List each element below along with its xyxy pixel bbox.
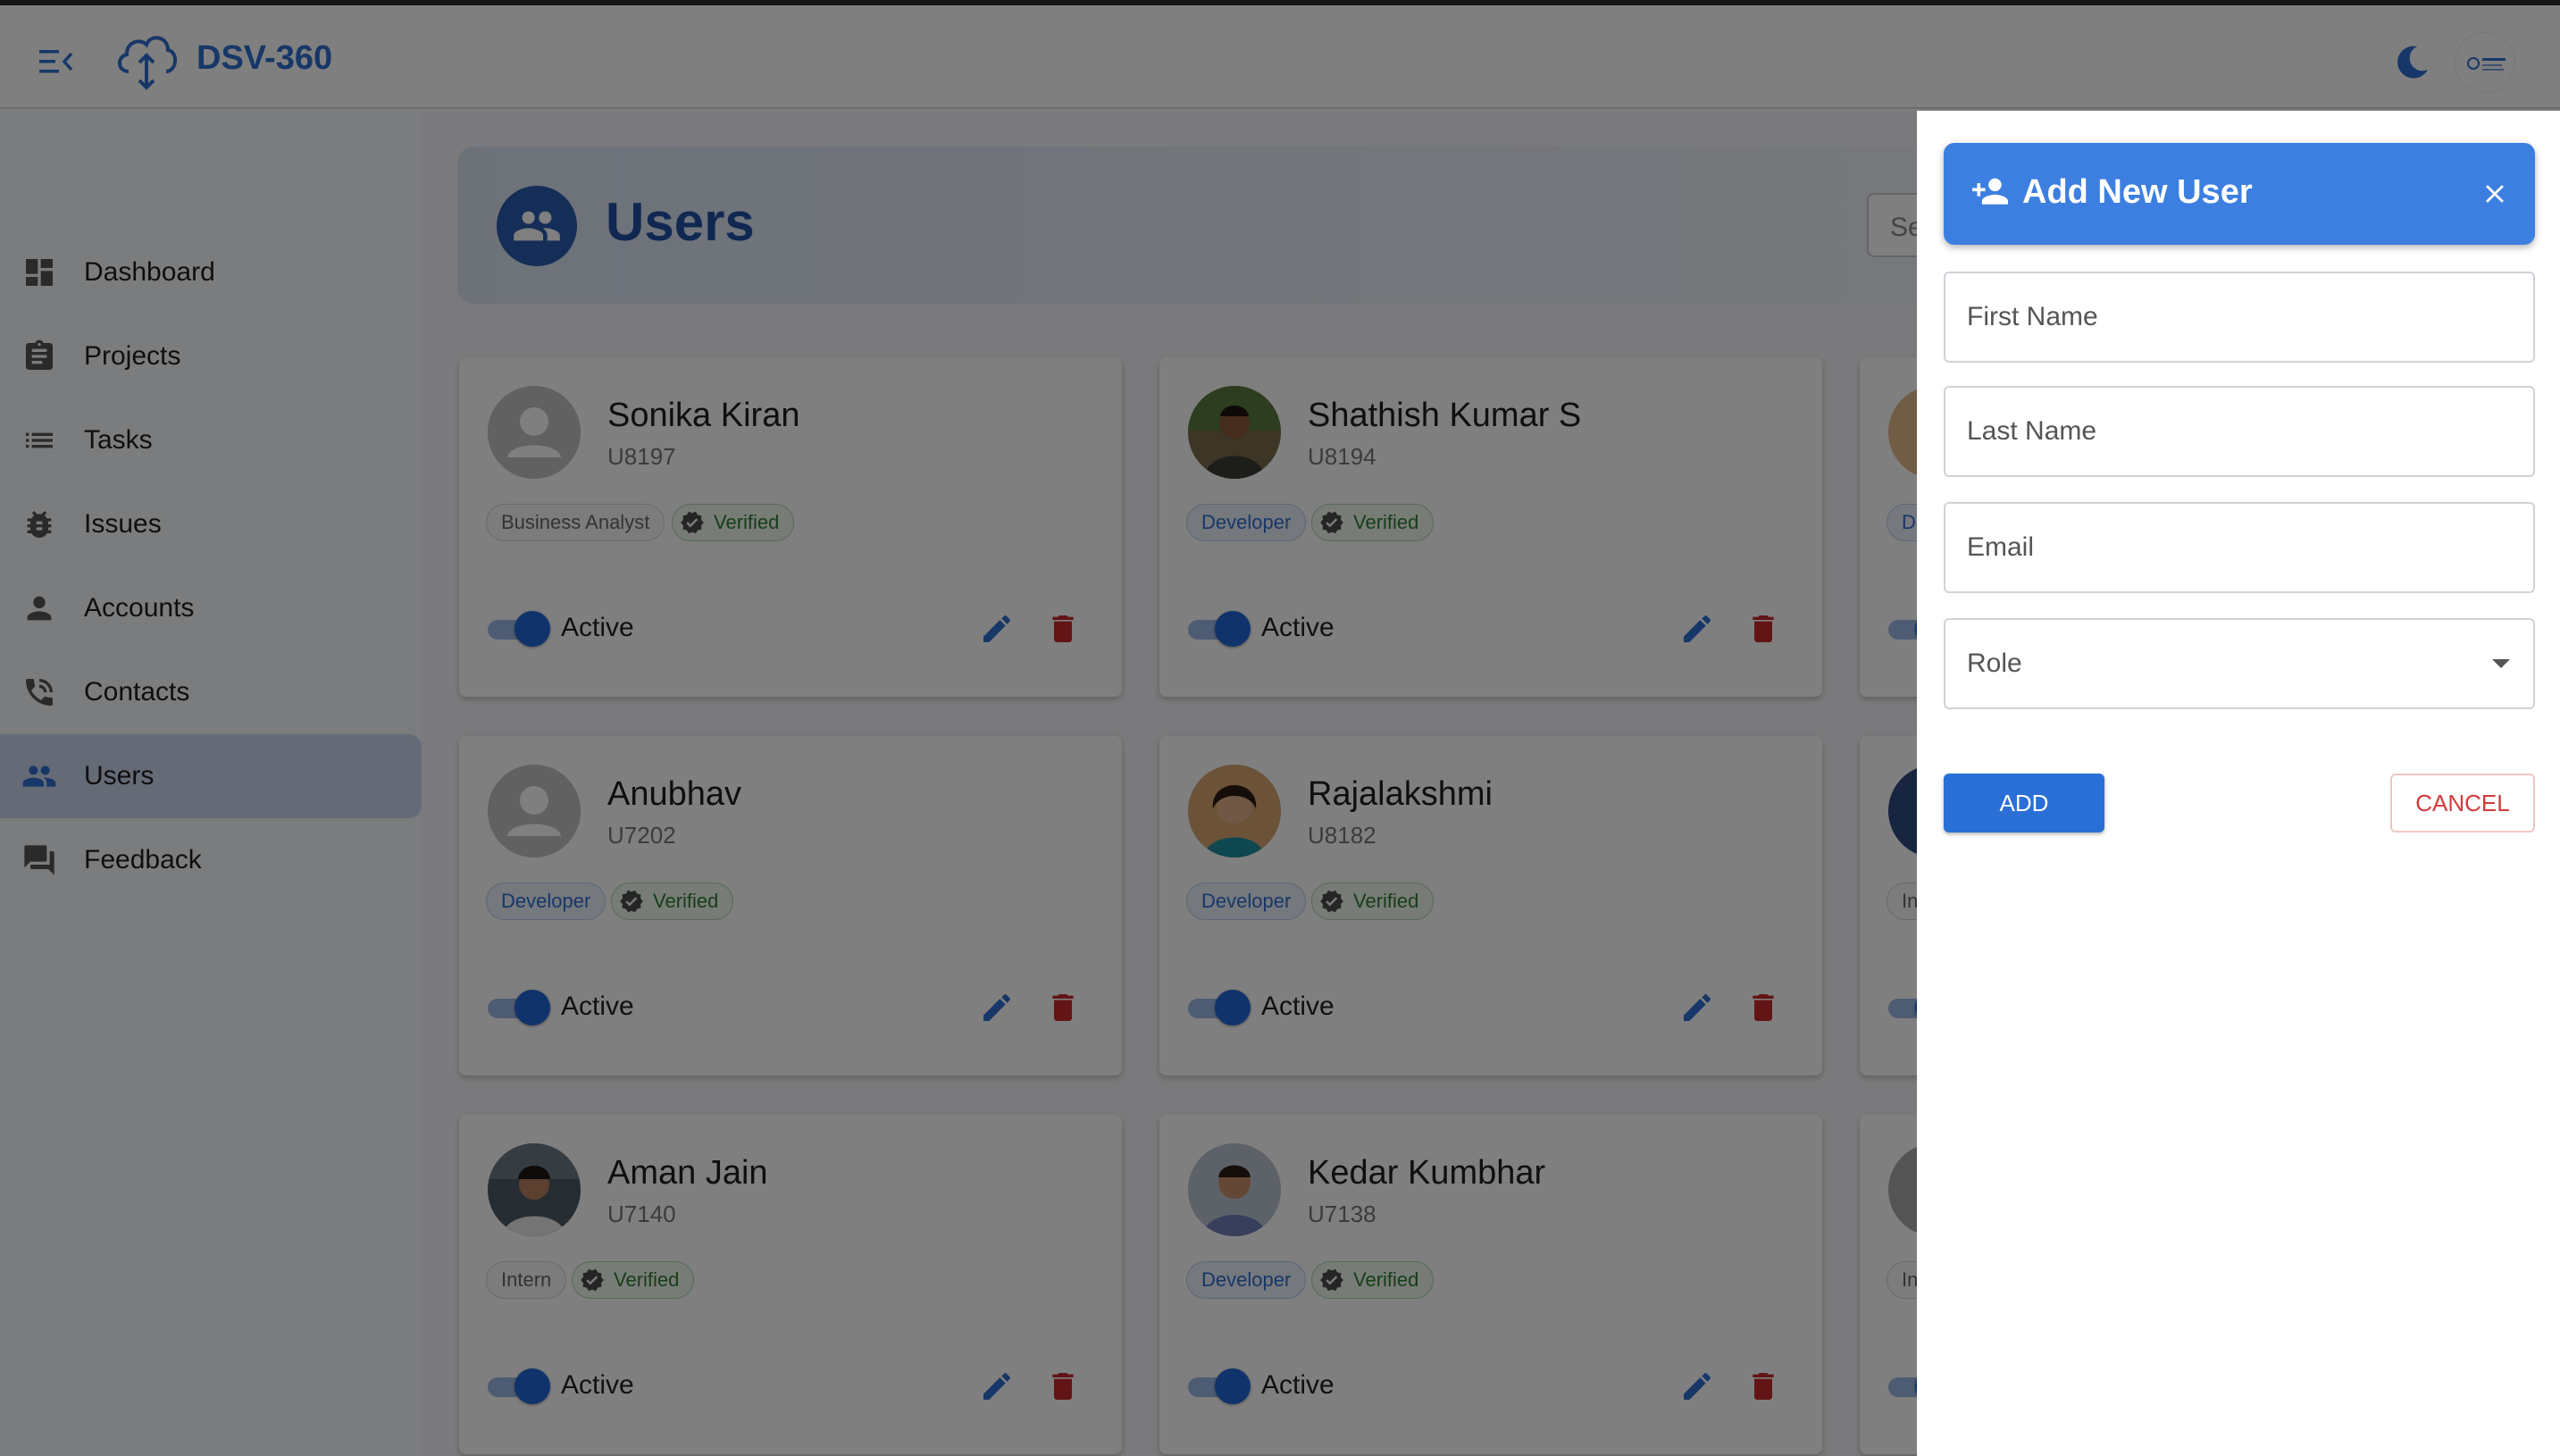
last-name-field[interactable]: Last Name (1944, 386, 2535, 477)
first-name-placeholder: First Name (1967, 302, 2098, 331)
add-user-drawer: Add New User First Name Last Name Email … (1917, 111, 2560, 1456)
email-placeholder: Email (1967, 532, 2035, 562)
last-name-placeholder: Last Name (1967, 416, 2097, 446)
first-name-field[interactable]: First Name (1944, 272, 2535, 363)
add-button[interactable]: ADD (1944, 774, 2104, 833)
person-add-icon (1972, 178, 2008, 205)
cancel-button[interactable]: CANCEL (2390, 774, 2535, 833)
close-icon[interactable] (2480, 179, 2510, 209)
drawer-title: Add New User (2022, 173, 2253, 211)
dropdown-arrow-icon (2492, 659, 2510, 668)
role-select[interactable]: Role (1944, 618, 2535, 709)
role-placeholder: Role (1967, 649, 2022, 678)
email-field[interactable]: Email (1944, 502, 2535, 593)
drawer-header: Add New User (1944, 143, 2535, 245)
